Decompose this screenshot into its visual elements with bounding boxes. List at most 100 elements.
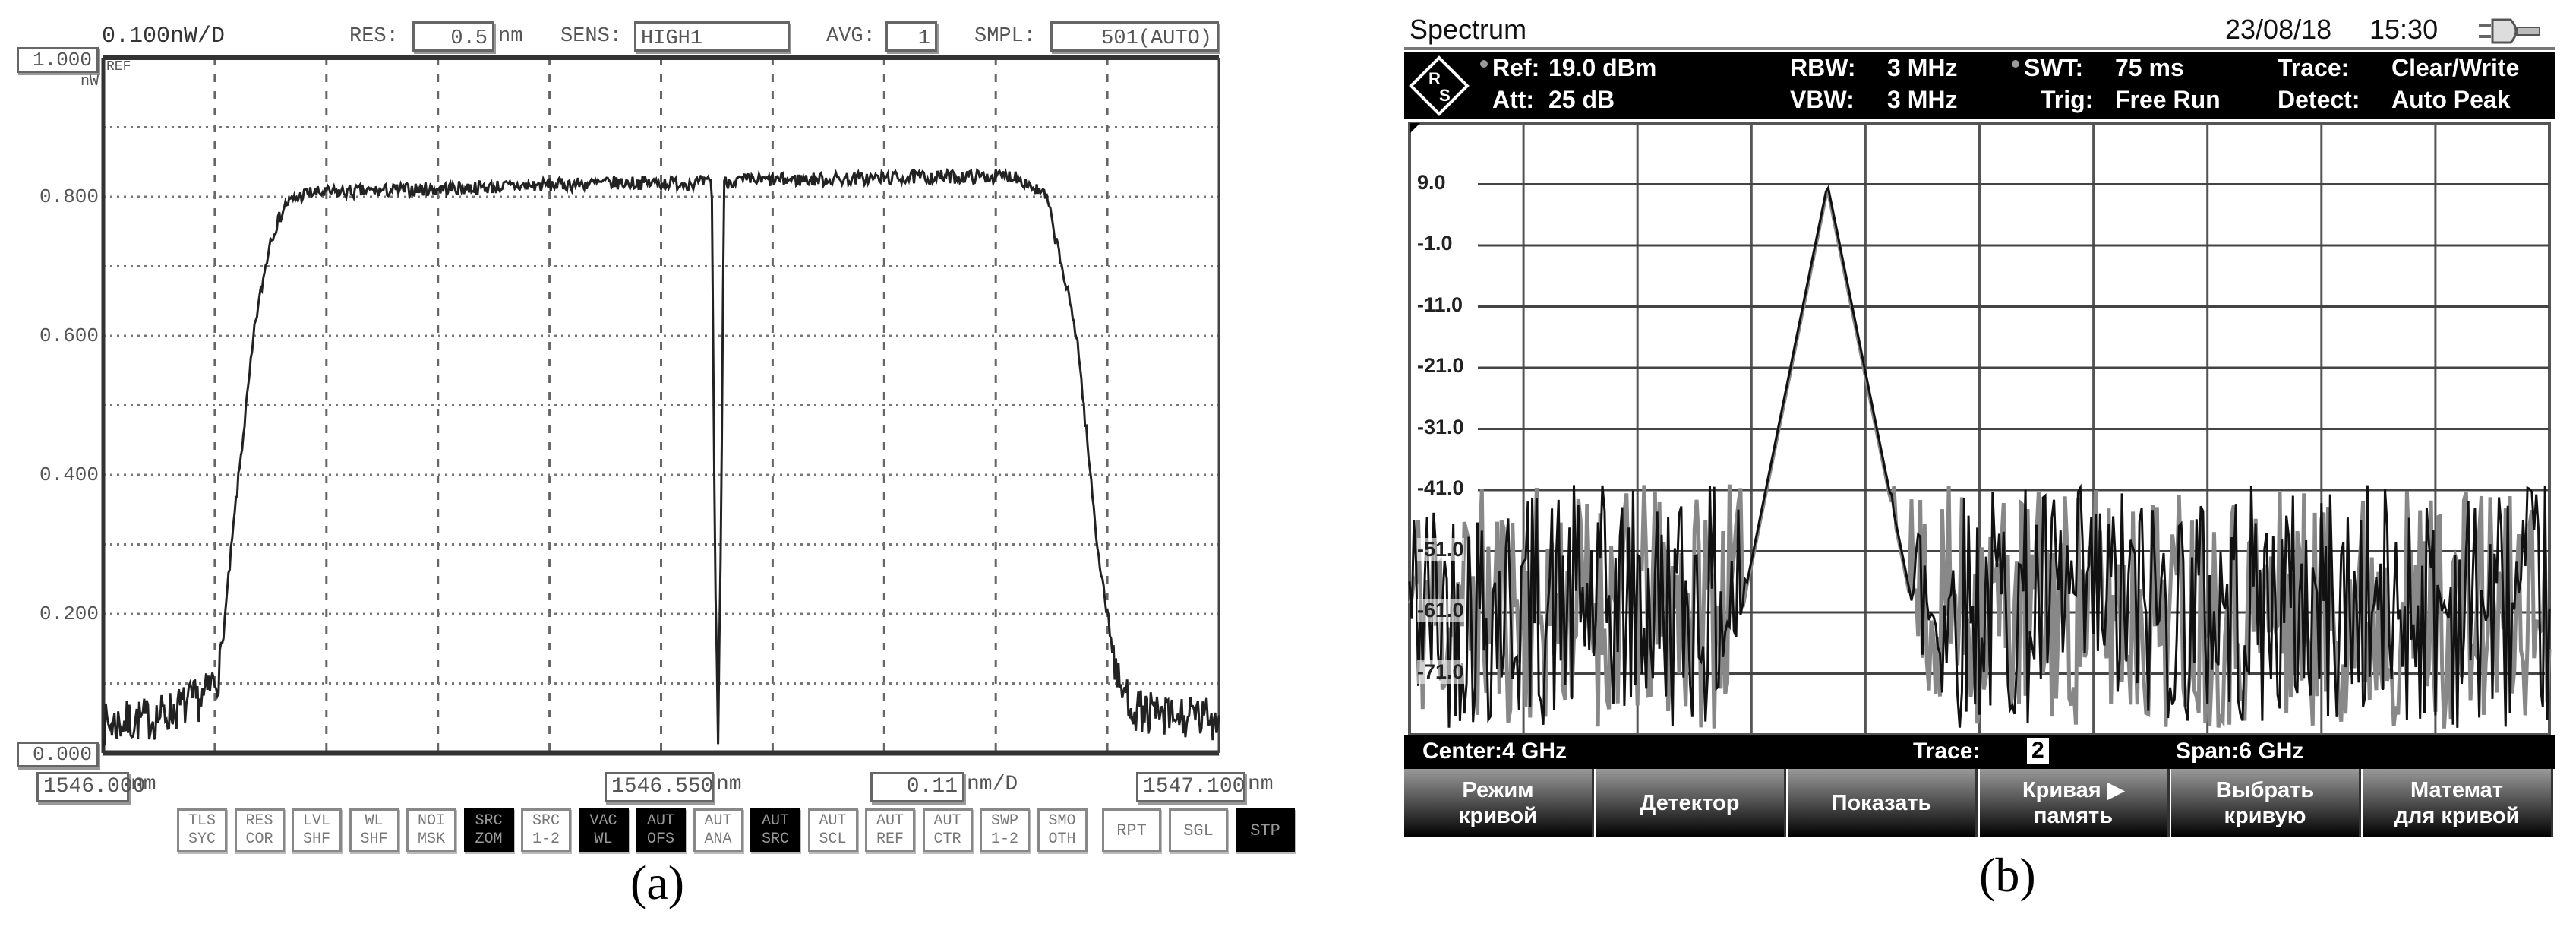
y-tick-label: 9.0: [1417, 170, 1446, 195]
status-bar: Center:4 GHz Trace: 2 Span:6 GHz: [1404, 735, 2555, 769]
detect-label: Detect:: [2278, 86, 2360, 113]
smpl-field[interactable]: 501(AUTO): [1050, 21, 1219, 52]
softkey-label: Показать: [1831, 791, 1932, 815]
power-plug-icon: [2479, 18, 2540, 44]
center-frequency[interactable]: Center:4 GHz: [1422, 739, 1567, 764]
softkey-label: Кривая ▶: [2022, 778, 2125, 802]
function-button-aut-ofs[interactable]: AUT OFS: [636, 808, 686, 852]
detect-value[interactable]: Auto Peak: [2391, 86, 2510, 114]
settings-bar: R S Ref: 19.0 dBm Att: 25 dB RBW: 3 MHz …: [1404, 52, 2555, 119]
avg-field[interactable]: 1: [886, 21, 937, 52]
rohde-schwarz-logo-icon: R S: [1409, 55, 1470, 116]
softkey-label: Детектор: [1640, 791, 1740, 815]
trace-mode-label: Trace:: [2278, 54, 2350, 81]
sgl-button[interactable]: SGL: [1169, 808, 1228, 852]
function-button-vac-wl[interactable]: VAC WL: [578, 808, 629, 852]
trace-mode-value[interactable]: Clear/Write: [2391, 54, 2519, 82]
vbw-label: VBW:: [1790, 86, 1855, 113]
softkey-label: кривую: [2224, 804, 2306, 828]
softkey-6[interactable]: Математ для кривой: [2363, 769, 2553, 837]
x-stop-unit: nm: [1248, 773, 1274, 796]
swt-label: SWT:: [2024, 54, 2084, 81]
avg-label: AVG:: [826, 25, 876, 48]
function-button-aut-ana[interactable]: AUT ANA: [693, 808, 743, 852]
ref-value[interactable]: 19.0 dBm: [1548, 54, 1656, 82]
sens-field[interactable]: HIGH1: [634, 21, 790, 52]
y-tick-label: -51.0: [1417, 537, 1464, 561]
function-button-src-zom[interactable]: SRC ZOM: [463, 808, 514, 852]
swt-value[interactable]: 75 ms: [2115, 54, 2184, 82]
y-tick-label: -1.0: [1417, 232, 1453, 255]
ref-unit: nW: [80, 73, 99, 90]
ref-level-field[interactable]: 1.000: [17, 47, 99, 73]
softkey-label: Выбрать: [2215, 778, 2315, 802]
x-stop-field[interactable]: 1547.100: [1136, 772, 1245, 802]
spectrum-plot: [1407, 122, 2552, 736]
function-button-wl-shf[interactable]: WL SHF: [349, 808, 399, 852]
att-label: Att:: [1492, 86, 1535, 113]
softkey-label: Режим: [1462, 778, 1534, 802]
softkey-3[interactable]: Показать: [1788, 769, 1978, 837]
caption-b: (b): [1979, 848, 2036, 902]
softkey-1[interactable]: Режим кривой: [1404, 769, 1594, 837]
softkey-label: память: [2033, 804, 2114, 828]
function-button-aut-ctr[interactable]: AUT CTR: [922, 808, 973, 852]
y-tick-label: 0.400: [39, 463, 99, 486]
x-start-field[interactable]: 1546.000: [36, 772, 145, 802]
y-tick-label: 0.200: [39, 603, 99, 625]
softkey-4[interactable]: Кривая ▶ память: [1979, 769, 2170, 837]
function-button-aut-scl[interactable]: AUT SCL: [807, 808, 858, 852]
softkey-5[interactable]: Выбрать кривую: [2171, 769, 2361, 837]
x-span-per-div-field[interactable]: 0.11: [870, 772, 964, 802]
stp-button[interactable]: STP: [1236, 808, 1295, 852]
rbw-value[interactable]: 3 MHz: [1887, 54, 1957, 82]
trig-label: Trig:: [2041, 86, 2094, 113]
softkey-label: кривой: [1458, 804, 1538, 828]
x-span-per-div-unit: nm/D: [967, 773, 1018, 796]
y-tick-label: -11.0: [1417, 293, 1463, 317]
function-button-aut-ref[interactable]: AUT REF: [865, 808, 915, 852]
sens-label: SENS:: [560, 25, 623, 48]
softkey-2[interactable]: Детектор: [1596, 769, 1786, 837]
bottom-level-field[interactable]: 0.000: [17, 742, 99, 767]
x-center-unit: nm: [716, 773, 742, 796]
mode-title: Spectrum: [1410, 14, 1527, 45]
function-button-noi-msk[interactable]: NOI MSK: [406, 808, 456, 852]
svg-text:S: S: [1439, 86, 1451, 105]
title-divider: [1404, 47, 2555, 50]
osa-plot: [101, 55, 1220, 756]
caption-a: (a): [630, 856, 685, 909]
y-tick-label: -41.0: [1417, 476, 1464, 500]
x-center-field[interactable]: 1546.550: [605, 772, 714, 802]
ref-label: Ref:: [1492, 54, 1540, 81]
function-button-smo-oth[interactable]: SMO OTH: [1037, 808, 1088, 852]
time: 15:30: [2369, 14, 2439, 45]
status-trace-label: Trace:: [1913, 739, 1981, 764]
span[interactable]: Span:6 GHz: [2176, 739, 2303, 764]
y-tick-label: 0.800: [39, 185, 99, 208]
x-start-unit: nm: [131, 773, 156, 796]
trig-value[interactable]: Free Run: [2115, 86, 2221, 114]
rbw-label: RBW:: [1790, 54, 1856, 81]
scale-per-div: 0.100nW/D: [102, 24, 226, 49]
att-value[interactable]: 25 dB: [1548, 86, 1615, 114]
function-button-lvl-shf[interactable]: LVL SHF: [292, 808, 342, 852]
rpt-button[interactable]: RPT: [1102, 808, 1161, 852]
function-button-tls-syc[interactable]: TLS SYC: [177, 808, 227, 852]
function-button-src-1-2[interactable]: SRC 1-2: [521, 808, 571, 852]
function-button-aut-src[interactable]: AUT SRC: [750, 808, 800, 852]
status-trace-number[interactable]: 2: [2027, 738, 2049, 764]
y-tick-label: -61.0: [1417, 599, 1464, 622]
function-button-res-cor[interactable]: RES COR: [234, 808, 285, 852]
vbw-value[interactable]: 3 MHz: [1887, 86, 1957, 114]
res-field[interactable]: 0.5: [412, 21, 494, 52]
res-label: RES:: [349, 25, 399, 48]
smpl-label: SMPL:: [974, 25, 1037, 48]
function-button-swp-1-2[interactable]: SWP 1-2: [980, 808, 1030, 852]
softkey-label: Математ: [2410, 778, 2503, 802]
y-tick-label: -31.0: [1417, 415, 1464, 439]
res-unit: nm: [498, 25, 523, 48]
date: 23/08/18: [2225, 14, 2332, 45]
swt-indicator-dot: [2012, 60, 2019, 68]
y-tick-label: 0.600: [39, 324, 99, 347]
